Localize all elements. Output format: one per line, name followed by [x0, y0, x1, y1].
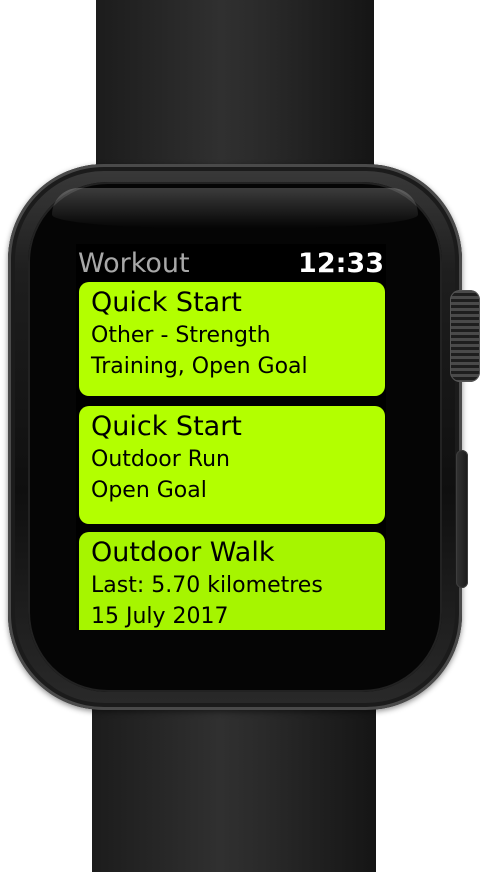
workout-detail: Outdoor Run — [91, 447, 230, 472]
side-button[interactable] — [456, 450, 468, 588]
workout-card-quick-start-run[interactable]: Quick Start Outdoor Run Open Goal — [79, 406, 385, 524]
workout-detail: Open Goal — [91, 478, 207, 503]
workout-title: Quick Start — [91, 287, 242, 318]
workout-card-outdoor-walk[interactable]: Outdoor Walk Last: 5.70 kilometres 15 Ju… — [79, 532, 385, 630]
app-title: Workout — [78, 248, 190, 279]
workout-detail: Last: 5.70 kilometres — [91, 573, 323, 598]
workout-detail: 15 July 2017 — [91, 604, 229, 629]
workout-detail: Training, Open Goal — [91, 354, 308, 379]
digital-crown[interactable] — [450, 290, 480, 382]
glass-reflection — [52, 188, 418, 228]
workout-title: Quick Start — [91, 411, 242, 442]
workout-detail: Other - Strength — [91, 323, 271, 348]
workout-card-quick-start-strength[interactable]: Quick Start Other - Strength Training, O… — [79, 282, 385, 396]
clock: 12:33 — [298, 248, 384, 279]
status-bar: Workout 12:33 — [76, 244, 386, 280]
workout-title: Outdoor Walk — [91, 537, 275, 568]
watch-screen: Workout 12:33 Quick Start Other - Streng… — [76, 244, 386, 630]
